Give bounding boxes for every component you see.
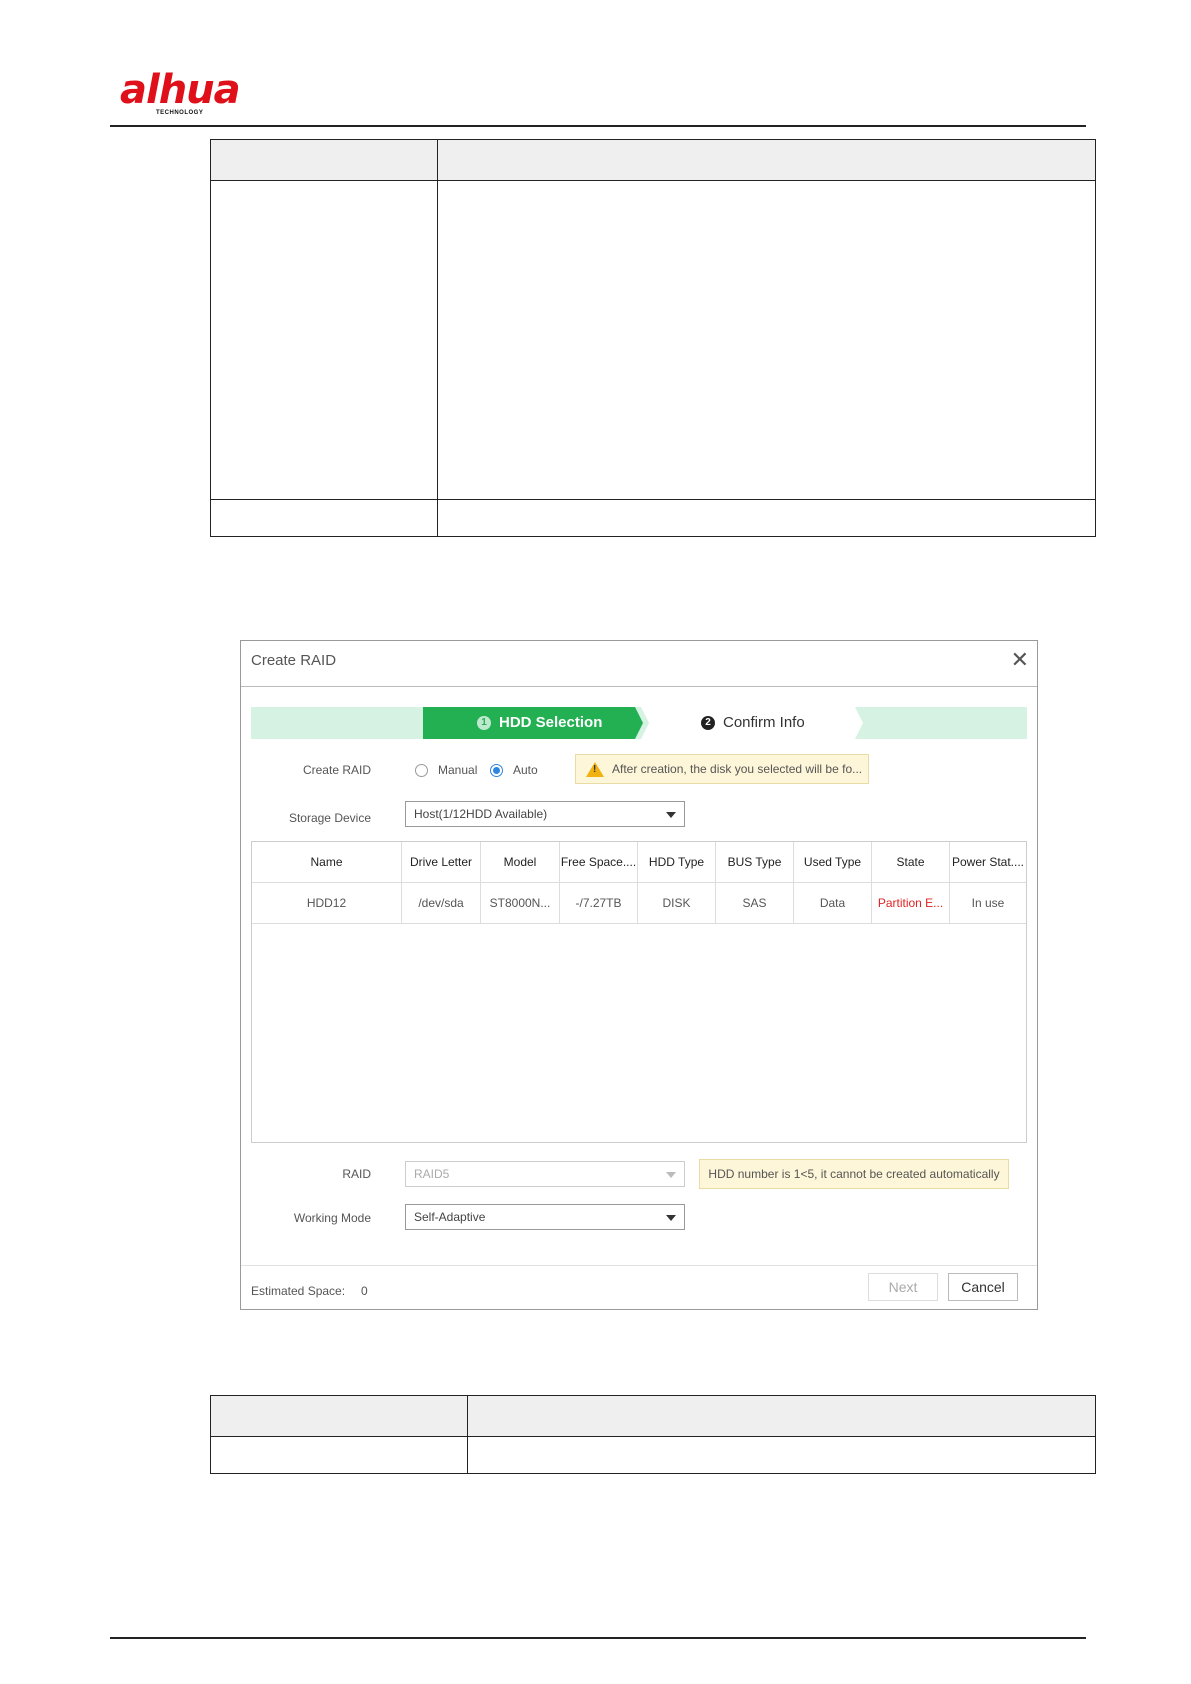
doc-table-upper [210,139,1096,537]
table-header-row: Name Drive Letter Model Free Space.... H… [252,842,1026,883]
step-indicator: 1 HDD Selection 2 Confirm Info [251,707,1027,739]
divider [241,686,1037,687]
table-cell [210,180,438,500]
cancel-button[interactable]: Cancel [948,1273,1018,1301]
table-cell [210,499,438,537]
warning-icon: ! [586,761,604,777]
hdd-table: Name Drive Letter Model Free Space.... H… [251,841,1027,1143]
working-mode-select[interactable]: Self-Adaptive [405,1204,685,1230]
table-row[interactable]: HDD12 /dev/sda ST8000N... -/7.27TB DISK … [252,883,1026,924]
chevron-down-icon [666,1215,676,1221]
storage-device-select[interactable]: Host(1/12HDD Available) [405,801,685,827]
doc-table-lower [210,1395,1096,1474]
table-header-cell [467,1395,1096,1437]
auto-radio-label: Auto [513,763,538,777]
create-raid-dialog: Create RAID ✕ 1 HDD Selection 2 Confirm … [240,640,1038,1310]
header-rule [110,125,1086,127]
column-header[interactable]: State [872,842,950,882]
cell-state: Partition E... [872,883,950,923]
warning-message: ! After creation, the disk you selected … [575,754,869,784]
close-icon[interactable]: ✕ [1011,647,1029,673]
step-confirm-info: 2 Confirm Info [641,707,863,739]
cell-model: ST8000N... [481,883,560,923]
step-hdd-selection: 1 HDD Selection [423,707,643,739]
column-header[interactable]: Model [481,842,560,882]
step-label: HDD Selection [499,714,603,731]
storage-device-label: Storage Device [288,811,371,825]
estimated-space-label: Estimated Space: [251,1284,346,1298]
auto-radio[interactable] [490,764,503,777]
cell-drive-letter: /dev/sda [402,883,481,923]
cell-used-type: Data [794,883,872,923]
cell-hdd-type: DISK [638,883,716,923]
dahua-logo: alhua TECHNOLOGY [120,70,260,118]
estimated-space-value: 0 [361,1284,368,1298]
manual-radio-label: Manual [438,763,478,777]
manual-radio[interactable] [415,764,428,777]
table-cell [437,180,1096,500]
table-cell [210,1436,468,1474]
dialog-title: Create RAID [251,652,337,669]
table-header-cell [210,1395,468,1437]
step-label: Confirm Info [723,714,805,731]
logo-subtext: TECHNOLOGY [156,110,204,116]
cell-bus-type: SAS [716,883,794,923]
step-number: 2 [701,715,715,730]
divider [241,1265,1037,1266]
cell-power-status: In use [971,896,1005,910]
cell-name: HDD12 [252,883,402,923]
logo-text: alhua [120,67,241,113]
working-mode-label: Working Mode [293,1211,371,1225]
chevron-down-icon [666,812,676,818]
footer-rule [110,1637,1086,1639]
chevron-down-icon [666,1172,676,1178]
column-header[interactable]: Name [252,842,402,882]
table-header-cell [437,139,1096,181]
step-number: 1 [477,715,491,730]
create-raid-label: Create RAID [302,763,371,777]
column-header[interactable]: Free Space.... [560,842,638,882]
column-header[interactable]: Drive Letter [402,842,481,882]
column-header[interactable]: BUS Type [716,842,794,882]
raid-value: RAID5 [414,1167,450,1181]
column-header[interactable]: Used Type [794,842,872,882]
next-button[interactable]: Next [868,1273,938,1301]
column-header[interactable]: Power Stat.... [950,842,1026,882]
storage-device-value: Host(1/12HDD Available) [414,807,548,821]
warning-text: After creation, the disk you selected wi… [612,762,863,776]
column-header[interactable]: HDD Type [638,842,716,882]
table-cell [467,1436,1096,1474]
table-header-cell [210,139,438,181]
raid-select[interactable]: RAID5 [405,1161,685,1187]
working-mode-value: Self-Adaptive [414,1210,486,1224]
raid-label: RAID [342,1167,371,1181]
cell-free-space: -/7.27TB [560,883,638,923]
table-cell [437,499,1096,537]
raid-tip: HDD number is 1<5, it cannot be created … [699,1159,1009,1189]
